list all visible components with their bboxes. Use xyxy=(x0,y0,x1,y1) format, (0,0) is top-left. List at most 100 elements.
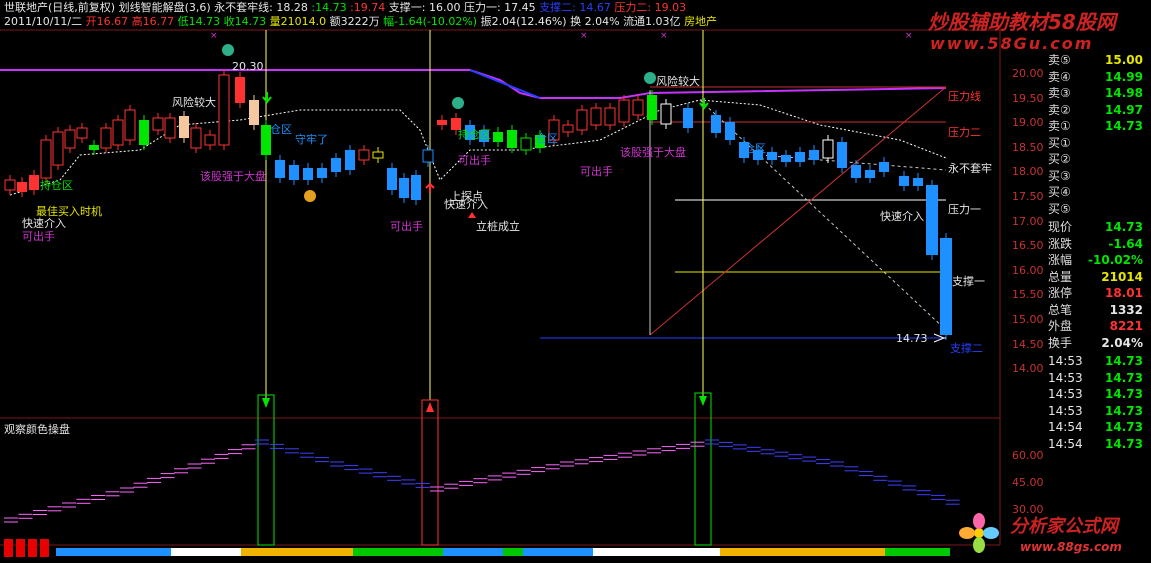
order-book-row: 买① xyxy=(1000,135,1151,151)
candle-body xyxy=(100,127,112,149)
top-marker: × xyxy=(210,31,218,41)
tick-row: 14:54 14.73 xyxy=(1000,436,1151,452)
tick-row-value: 14.73 xyxy=(1105,370,1143,385)
sell-label: 可出手 xyxy=(458,154,491,167)
candle-body xyxy=(632,99,644,116)
quote-stat-row-value: 8221 xyxy=(1109,319,1143,333)
stock-title: 世联地产(日线,前复权) xyxy=(4,1,116,14)
candle-body xyxy=(940,238,952,335)
order-book-row: 卖⑤ 15.00 xyxy=(1000,52,1151,68)
candle-body xyxy=(317,168,327,178)
top-marker: × xyxy=(905,31,913,41)
quote-stat-row-key: 涨跌 xyxy=(1048,236,1073,251)
hold-label: 持仓区 xyxy=(458,128,491,141)
quote-stat-row-key: 总量 xyxy=(1048,269,1073,284)
quote-stat-row-key: 外盘 xyxy=(1048,319,1073,333)
candle-body xyxy=(289,165,299,180)
order-book-row-key: 买④ xyxy=(1048,185,1071,199)
quote-stat-row-value: 1332 xyxy=(1109,302,1143,317)
sell-label: 可出手 xyxy=(390,220,423,233)
order-book-row-value: 14.73 xyxy=(1105,119,1143,133)
candle-body xyxy=(507,130,517,148)
candle-body xyxy=(781,155,791,162)
hold-label: 仓区 xyxy=(744,142,766,155)
order-book-row-key: 卖⑤ xyxy=(1048,53,1071,67)
quote-stat-row-key: 换手 xyxy=(1048,335,1073,350)
tick-row-value: 14.73 xyxy=(1105,354,1143,368)
strong-label: 该股强于大盘 xyxy=(200,170,266,183)
amount-label: 额3222万 xyxy=(329,15,380,28)
candle-body xyxy=(124,109,136,141)
tick-row-key: 14:54 xyxy=(1048,436,1083,451)
sell-label: 可出手 xyxy=(22,230,55,243)
order-book-row-value: 14.98 xyxy=(1105,86,1143,100)
quote-stat-row: 总量 21014 xyxy=(1000,269,1151,285)
quote-stat-row-value: 14.73 xyxy=(1105,220,1143,234)
candle-body xyxy=(235,77,245,103)
tick-row-key: 14:53 xyxy=(1048,403,1083,418)
quote-stat-row-key: 现价 xyxy=(1048,220,1073,234)
candle-body xyxy=(89,145,99,150)
order-book-row-key: 买⑤ xyxy=(1048,201,1071,216)
quote-stat-row-value: -10.02% xyxy=(1088,253,1143,267)
quote-stat-row: 总笔 1332 xyxy=(1000,302,1151,318)
candle-body xyxy=(358,149,370,161)
candle-body xyxy=(865,170,875,178)
candle-body xyxy=(822,139,834,159)
order-book-row-key: 卖① xyxy=(1048,119,1071,133)
quote-stat-row-key: 总笔 xyxy=(1048,302,1073,317)
never-trap-value: 永不套牢线: 18.28 xyxy=(214,1,308,14)
tick-row-value: 14.73 xyxy=(1105,403,1143,418)
fast-entry-label: 快速介入 xyxy=(880,210,924,223)
pressure1-value: 压力一: 17.45 xyxy=(463,1,536,14)
order-book-row-key: 买① xyxy=(1048,135,1071,150)
tick-row-key: 14:54 xyxy=(1048,420,1083,434)
candle-body xyxy=(179,116,189,138)
last-price-label: 14.73 xyxy=(896,332,928,345)
candle-body xyxy=(837,142,847,168)
tick-row: 14:54 14.73 xyxy=(1000,419,1151,435)
flower-logo-icon xyxy=(958,512,1000,554)
quote-stat-row: 外盘 8221 xyxy=(1000,318,1151,334)
candle-body xyxy=(520,137,532,151)
pressure2-value: 压力二: 19.03 xyxy=(614,1,687,14)
tick-row-value: 14.73 xyxy=(1105,387,1143,401)
candle-body xyxy=(879,162,889,172)
line-value-b: :19.74 xyxy=(350,1,386,14)
order-book-row-key: 卖③ xyxy=(1048,86,1071,100)
candle-body xyxy=(249,100,259,125)
top-marker: × xyxy=(580,31,588,41)
tick-row-key: 14:53 xyxy=(1048,370,1083,385)
sell-label: 可出手 xyxy=(580,165,613,178)
support2-value: 支撑二: 14.67 xyxy=(539,1,611,14)
price-peak-label: 20.30 xyxy=(232,60,264,73)
candle-body xyxy=(275,160,285,178)
quote-stat-row-value: 2.04% xyxy=(1101,335,1143,350)
quote-stat-row-value: 21014 xyxy=(1101,269,1143,284)
support1-value: 支撑一: 16.00 xyxy=(388,1,461,14)
order-book-row-value: 14.97 xyxy=(1105,102,1143,117)
tick-row-key: 14:53 xyxy=(1048,387,1083,401)
candle-body xyxy=(204,134,216,146)
watermark-bottom-url: www.88gs.com xyxy=(1020,540,1122,554)
candle-body xyxy=(387,168,397,190)
candle-body xyxy=(164,117,176,139)
candle-body xyxy=(4,179,16,191)
volume-label: 量21014.0 xyxy=(269,15,327,28)
bought-label: 守牢了 xyxy=(295,133,328,146)
candle-body xyxy=(899,176,909,186)
candle-body xyxy=(64,129,76,149)
sub-chart-title: 观察颜色操盘 xyxy=(4,423,70,436)
line-value-a: :14.73 xyxy=(311,1,347,14)
top-marker: × xyxy=(660,31,668,41)
candle-body xyxy=(303,168,313,180)
order-book-row: 卖① 14.73 xyxy=(1000,118,1151,134)
order-book-row: 买② xyxy=(1000,151,1151,167)
support2-label: 支撑二 xyxy=(950,342,983,355)
quote-panel: 卖⑤ 15.00 卖④ 14.99 卖③ 14.98 卖② 14.97 卖① 14.73 买① 买② 买… xyxy=(1000,52,1151,510)
pressure1-label: 压力一 xyxy=(948,203,981,216)
quote-stat-row-value: 18.01 xyxy=(1105,286,1143,300)
close-label: 收14.73 xyxy=(223,15,267,28)
order-book-row-value: 14.99 xyxy=(1105,69,1143,84)
candle-body xyxy=(399,178,409,198)
